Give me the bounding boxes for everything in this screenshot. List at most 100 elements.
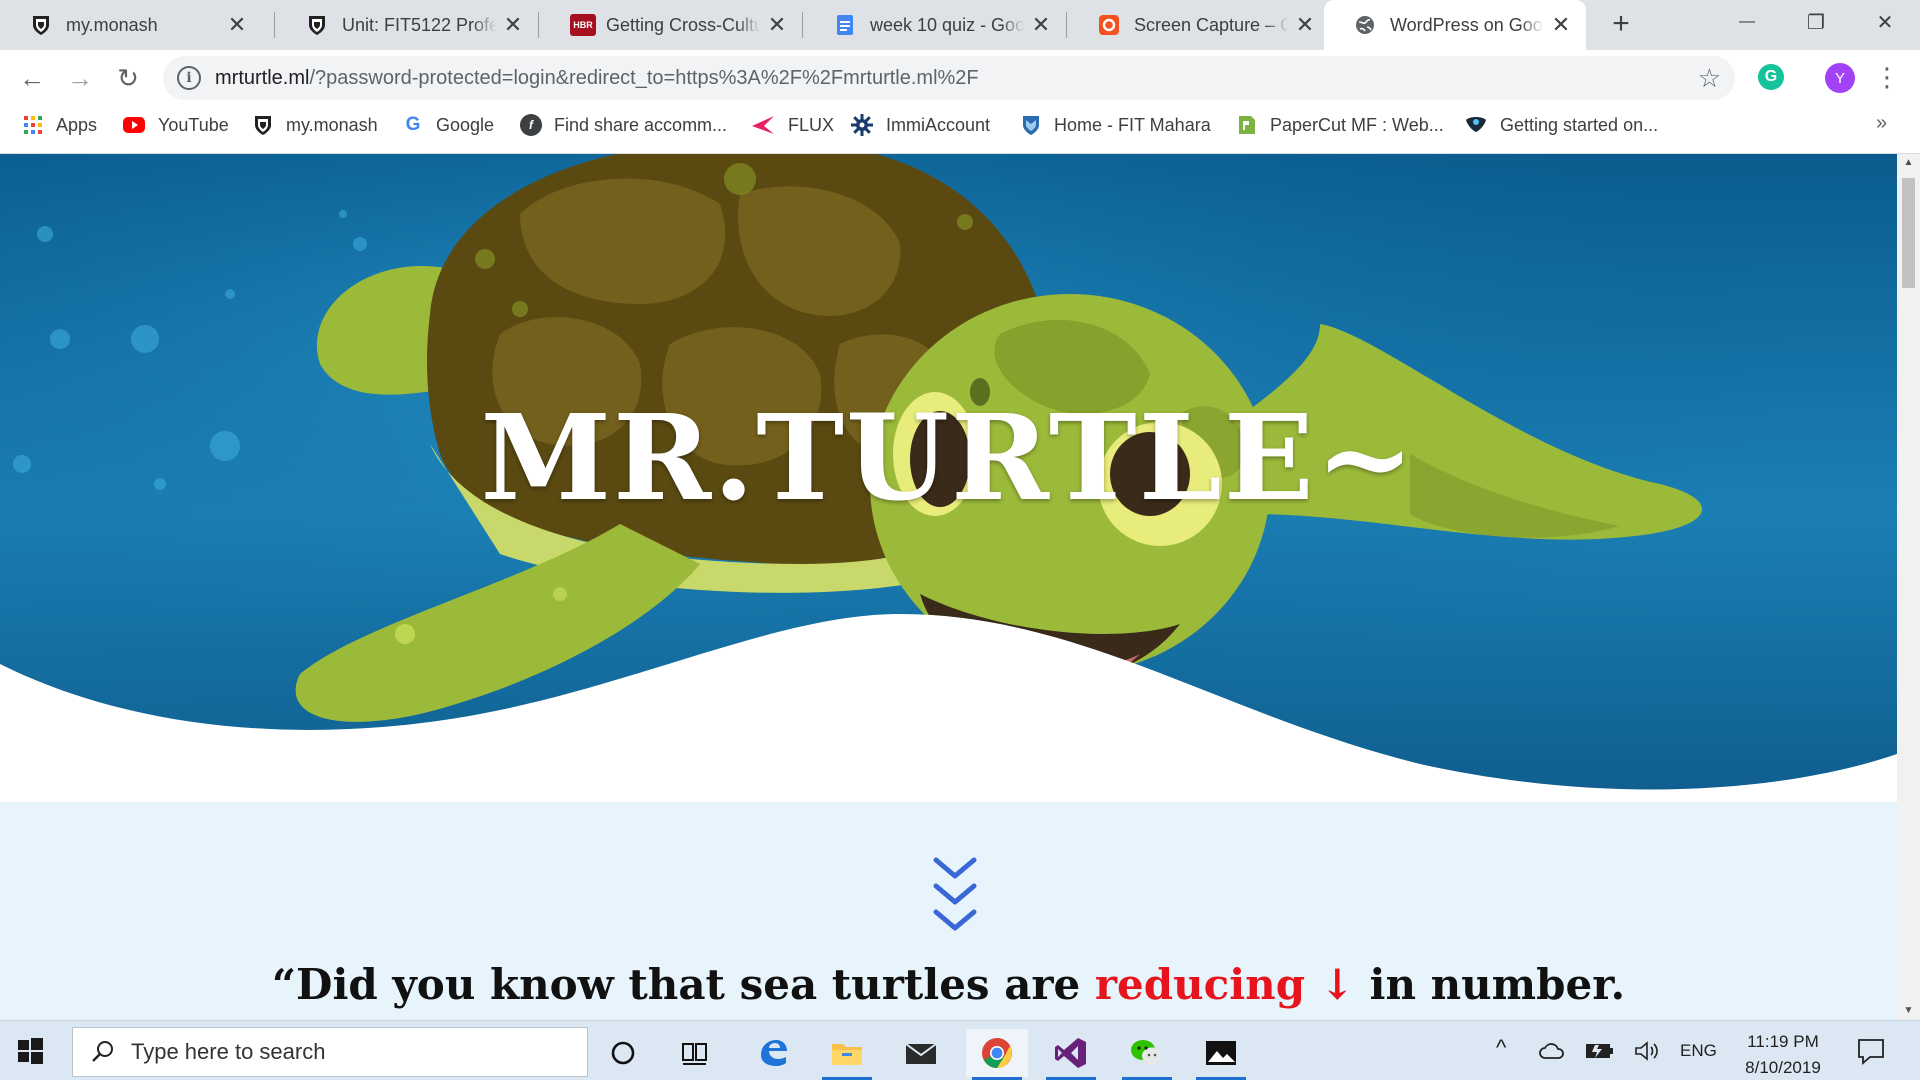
back-arrow-icon: ← bbox=[19, 62, 45, 93]
url-text[interactable]: mrturtle.ml/?password-protected=login&re… bbox=[215, 67, 979, 90]
bookmark-apps[interactable]: Apps bbox=[22, 106, 97, 144]
page-viewport: MR.TURTLE~ “Did you know that sea turtle… bbox=[0, 154, 1897, 1020]
system-clock[interactable]: 11:19 PM 8/10/2019 bbox=[1728, 1029, 1838, 1080]
globe-icon bbox=[1356, 16, 1374, 34]
action-center-notification-icon[interactable] bbox=[1856, 1037, 1886, 1065]
close-icon[interactable]: ✕ bbox=[1550, 12, 1572, 38]
window-close-button[interactable]: ✕ bbox=[1852, 0, 1918, 44]
browser-menu-icon[interactable]: ⋮ bbox=[1874, 60, 1900, 96]
quote-text-start: “Did you know that sea turtles are bbox=[271, 960, 1095, 1009]
taskbar-photos[interactable] bbox=[1190, 1029, 1252, 1080]
visual-studio-icon bbox=[1055, 1038, 1086, 1068]
input-language[interactable]: ENG bbox=[1680, 1041, 1717, 1061]
tab-hbr-cross-cultural[interactable]: HBR Getting Cross-Cultural ✕ bbox=[540, 0, 802, 50]
clock-time: 11:19 PM bbox=[1747, 1032, 1819, 1051]
close-icon[interactable]: ✕ bbox=[502, 12, 524, 38]
scroll-down-arrow-icon[interactable]: ▼ bbox=[1897, 1002, 1920, 1020]
restore-icon: ❐ bbox=[1807, 11, 1825, 34]
bookmark-my-monash[interactable]: my.monash bbox=[252, 106, 378, 144]
tab-screen-capture[interactable]: Screen Capture – Con ✕ bbox=[1068, 0, 1330, 50]
restore-button[interactable]: ❐ bbox=[1783, 0, 1849, 44]
bookmark-getting-started[interactable]: Getting started on... bbox=[1464, 106, 1658, 144]
tab-unit-fit5122[interactable]: Unit: FIT5122 Professional ✕ bbox=[276, 0, 538, 50]
monash-crest-icon bbox=[309, 16, 325, 35]
task-view-button[interactable] bbox=[664, 1029, 726, 1077]
tab-title: week 10 quiz - Google bbox=[870, 14, 1024, 35]
quote-highlight: reducing ↓ bbox=[1094, 960, 1355, 1009]
cortana-button[interactable] bbox=[592, 1029, 654, 1077]
back-button[interactable]: ← bbox=[12, 58, 52, 98]
close-icon[interactable]: ✕ bbox=[1030, 12, 1052, 38]
volume-speaker-icon[interactable] bbox=[1633, 1040, 1661, 1062]
profile-avatar[interactable]: Y bbox=[1825, 63, 1855, 93]
bookmark-label: Getting started on... bbox=[1500, 114, 1659, 135]
scroll-down-chevrons-icon[interactable] bbox=[928, 854, 982, 940]
battery-icon[interactable] bbox=[1585, 1041, 1615, 1061]
taskbar-visual-studio[interactable] bbox=[1040, 1029, 1102, 1080]
bookmark-flux[interactable]: FLUX bbox=[750, 106, 834, 144]
scroll-up-arrow-icon[interactable]: ▲ bbox=[1897, 154, 1920, 172]
papercut-icon bbox=[1239, 116, 1255, 134]
youtube-icon bbox=[123, 117, 145, 133]
taskbar-search-box[interactable]: Type here to search bbox=[72, 1027, 588, 1077]
tab-title: Screen Capture – Con bbox=[1134, 14, 1288, 35]
bookmark-star-icon[interactable]: ☆ bbox=[1698, 63, 1721, 94]
flux-icon bbox=[752, 116, 774, 134]
windows-taskbar: Type here to search ^ ENG 11:19 PM 8/10/… bbox=[0, 1020, 1920, 1080]
close-icon[interactable]: ✕ bbox=[226, 12, 248, 38]
google-docs-icon bbox=[837, 15, 853, 35]
taskbar-chrome[interactable] bbox=[966, 1029, 1028, 1080]
page-scrollbar[interactable]: ▲ ▼ bbox=[1897, 154, 1920, 1020]
monash-crest-icon bbox=[33, 16, 49, 35]
bookmark-label: Home - FIT Mahara bbox=[1054, 114, 1211, 135]
bookmark-youtube[interactable]: YouTube bbox=[122, 106, 229, 144]
bookmark-google[interactable]: G Google bbox=[402, 106, 494, 144]
more-bookmarks-button[interactable]: » bbox=[1876, 112, 1887, 135]
reload-button[interactable]: ↻ bbox=[108, 58, 148, 98]
minimize-button[interactable]: — bbox=[1714, 0, 1780, 44]
taskbar-file-explorer[interactable] bbox=[816, 1029, 878, 1080]
taskbar-edge[interactable] bbox=[742, 1029, 804, 1077]
hero-title: MR.TURTLE~ bbox=[480, 388, 1417, 527]
wechat-icon bbox=[1131, 1040, 1162, 1065]
bookmarks-bar: Apps YouTube my.monash G Google f Find s… bbox=[0, 106, 1920, 154]
tab-wordpress-on-google[interactable]: WordPress on Google ✕ bbox=[1324, 0, 1586, 50]
chrome-icon bbox=[982, 1038, 1012, 1068]
bookmark-find-share-accommodation[interactable]: f Find share accomm... bbox=[520, 106, 727, 144]
bookmark-label: my.monash bbox=[286, 114, 378, 135]
fact-quote: “Did you know that sea turtles are reduc… bbox=[0, 960, 1897, 1009]
flatmates-icon: f bbox=[520, 114, 542, 136]
new-tab-button[interactable]: + bbox=[1603, 6, 1639, 42]
browser-toolbar: ← → ↻ i mrturtle.ml/?password-protected=… bbox=[0, 50, 1920, 106]
forward-button[interactable]: → bbox=[60, 58, 100, 98]
bookmark-label: Google bbox=[436, 114, 495, 135]
clock-date: 8/10/2019 bbox=[1745, 1058, 1821, 1077]
windows-start-icon[interactable] bbox=[12, 1033, 48, 1069]
site-info-icon[interactable]: i bbox=[177, 66, 201, 90]
onedrive-cloud-icon[interactable] bbox=[1538, 1041, 1566, 1061]
bookmark-label: PaperCut MF : Web... bbox=[1270, 114, 1444, 135]
bookmark-label: ImmiAccount bbox=[886, 114, 991, 135]
close-icon: ✕ bbox=[1876, 11, 1894, 34]
tab-strip: my.monash ✕ Unit: FIT5122 Professional ✕… bbox=[0, 0, 1920, 50]
bookmark-fit-mahara[interactable]: Home - FIT Mahara bbox=[1020, 106, 1211, 144]
tab-week10-quiz[interactable]: week 10 quiz - Google ✕ bbox=[804, 0, 1066, 50]
tray-overflow-chevron-icon[interactable]: ^ bbox=[1496, 1035, 1506, 1061]
mail-envelope-icon bbox=[905, 1043, 937, 1064]
taskbar-mail[interactable] bbox=[890, 1029, 952, 1077]
scrollbar-thumb[interactable] bbox=[1902, 178, 1915, 288]
tab-title: Unit: FIT5122 Professional bbox=[342, 14, 496, 35]
hbr-icon: HBR bbox=[570, 14, 596, 36]
grammarly-extension-icon[interactable]: G bbox=[1758, 64, 1784, 90]
bookmark-papercut[interactable]: PaperCut MF : Web... bbox=[1236, 106, 1444, 144]
bookmark-immiaccount[interactable]: ImmiAccount bbox=[850, 106, 990, 144]
tab-my-monash[interactable]: my.monash ✕ bbox=[0, 0, 262, 50]
close-icon[interactable]: ✕ bbox=[766, 12, 788, 38]
taskbar-wechat[interactable] bbox=[1116, 1029, 1178, 1080]
minimize-icon: — bbox=[1739, 13, 1755, 30]
close-icon[interactable]: ✕ bbox=[1294, 12, 1316, 38]
tab-divider bbox=[802, 12, 803, 38]
cortana-circle-icon bbox=[611, 1041, 635, 1065]
address-bar[interactable]: i mrturtle.ml/?password-protected=login&… bbox=[163, 56, 1735, 100]
immi-gear-icon bbox=[851, 114, 873, 136]
